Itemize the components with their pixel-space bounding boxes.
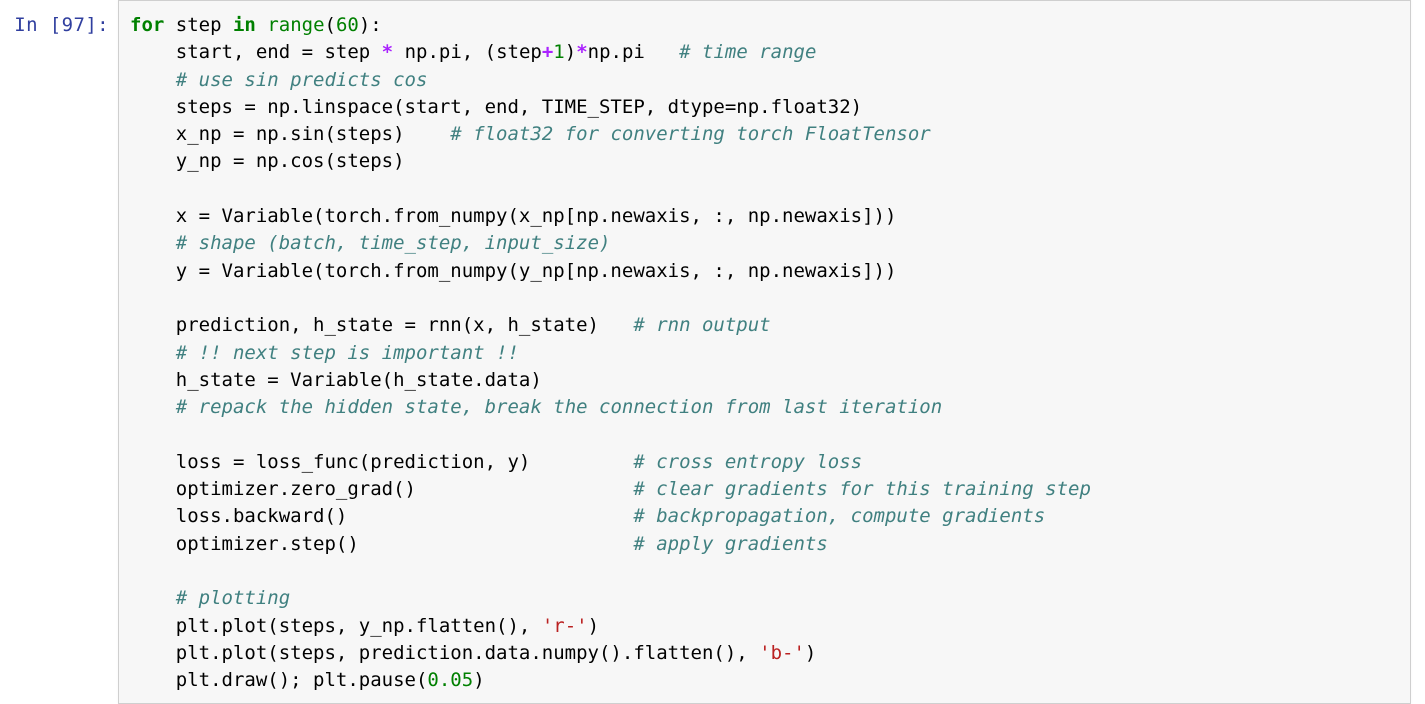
code-line: ​ xyxy=(130,285,1410,312)
code-token: plt.draw(); plt.pause( xyxy=(130,669,428,692)
code-token: 1 xyxy=(553,41,565,64)
code-token: loss.backward() xyxy=(130,505,634,528)
code-token: # use sin predicts cos xyxy=(175,68,428,91)
code-line: # use sin predicts cos xyxy=(130,67,1410,94)
code-line: plt.plot(steps, prediction.data.numpy().… xyxy=(130,640,1410,667)
code-token: 0.05 xyxy=(427,669,474,692)
code-line: x = Variable(torch.from_numpy(x_np[np.ne… xyxy=(130,203,1410,230)
code-line: # shape (batch, time_step, input_size) xyxy=(130,230,1410,257)
code-line: ​ xyxy=(130,558,1410,585)
code-token: ) xyxy=(564,41,577,64)
code-editor[interactable]: for step in range(60): start, end = step… xyxy=(119,1,1410,694)
code-token: # cross entropy loss xyxy=(633,450,863,473)
code-source[interactable]: for step in range(60): start, end = step… xyxy=(130,12,1410,694)
code-token: optimizer.zero_grad() xyxy=(130,478,634,501)
code-token: * xyxy=(576,41,588,64)
code-token: # clear gradients for this training step xyxy=(633,478,1091,501)
code-line: optimizer.step() # apply gradients xyxy=(130,531,1410,558)
code-token: # !! next step is important !! xyxy=(175,341,519,364)
code-token: for xyxy=(130,14,165,36)
code-token: prediction, h_state = rnn(x, h_state) xyxy=(130,314,634,337)
code-line: x_np = np.sin(steps) # float32 for conve… xyxy=(130,121,1410,148)
code-line: # repack the hidden state, break the con… xyxy=(130,394,1410,421)
code-token: 'b-' xyxy=(759,641,805,664)
code-token: loss = loss_func(prediction, y) xyxy=(130,450,634,473)
code-token: h_state = Variable(h_state.data) xyxy=(130,368,542,391)
code-input-area[interactable]: for step in range(60): start, end = step… xyxy=(118,0,1411,704)
code-line: start, end = step * np.pi, (step+1)*np.p… xyxy=(130,39,1410,66)
code-line: for step in range(60): xyxy=(130,12,1410,39)
code-token: ) xyxy=(804,641,817,664)
code-token: ) xyxy=(473,669,485,692)
code-token: * xyxy=(381,41,394,64)
code-token: plt.plot(steps, prediction.data.numpy().… xyxy=(130,641,760,664)
execution-count-prompt: In [97]: xyxy=(0,0,118,40)
code-line: plt.draw(); plt.pause(0.05) xyxy=(130,667,1410,694)
code-token: # time range xyxy=(679,41,817,64)
code-cell[interactable]: In [97]: for step in range(60): start, e… xyxy=(0,0,1425,704)
code-token: # backpropagation, compute gradients xyxy=(633,505,1046,528)
notebook-container: In [97]: for step in range(60): start, e… xyxy=(0,0,1425,704)
code-token: plt.plot(steps, y_np.flatten(), xyxy=(130,614,542,637)
code-token: # shape (batch, time_step, input_size) xyxy=(175,232,611,255)
code-token: # float32 for converting torch FloatTens… xyxy=(450,123,931,146)
code-token: # repack the hidden state, break the con… xyxy=(175,396,943,419)
code-line: ​ xyxy=(130,421,1410,448)
code-line: ​ xyxy=(130,176,1410,203)
code-token: np.pi xyxy=(587,41,680,64)
code-line: # !! next step is important !! xyxy=(130,340,1410,367)
code-line: loss = loss_func(prediction, y) # cross … xyxy=(130,449,1410,476)
code-token: x = Variable(torch.from_numpy(x_np[np.ne… xyxy=(130,205,897,228)
code-line: y_np = np.cos(steps) xyxy=(130,148,1410,175)
code-token: 60 xyxy=(335,14,359,36)
code-line: steps = np.linspace(start, end, TIME_STE… xyxy=(130,94,1410,121)
code-token: x_np = np.sin(steps) xyxy=(130,123,451,146)
code-token: ) xyxy=(587,614,600,637)
code-token: np.pi, (step xyxy=(393,41,542,64)
code-line: # plotting xyxy=(130,585,1410,612)
code-line: loss.backward() # backpropagation, compu… xyxy=(130,503,1410,530)
code-token: ): xyxy=(358,14,382,36)
code-token: 'r-' xyxy=(541,614,588,637)
code-token: y = Variable(torch.from_numpy(y_np[np.ne… xyxy=(130,259,897,282)
code-line: optimizer.zero_grad() # clear gradients … xyxy=(130,476,1410,503)
code-token: # rnn output xyxy=(633,314,771,337)
code-token: # apply gradients xyxy=(633,532,828,555)
code-token: step xyxy=(164,14,233,36)
code-token: start, end = step xyxy=(130,41,382,64)
code-line: prediction, h_state = rnn(x, h_state) # … xyxy=(130,312,1410,339)
code-line: y = Variable(torch.from_numpy(y_np[np.ne… xyxy=(130,258,1410,285)
code-token: + xyxy=(541,41,554,64)
code-line: h_state = Variable(h_state.data) xyxy=(130,367,1410,394)
code-token: optimizer.step() xyxy=(130,532,634,555)
code-token: in xyxy=(232,14,256,36)
code-token: y_np = np.cos(steps) xyxy=(130,150,405,173)
code-token: # plotting xyxy=(175,587,291,610)
code-token: steps = np.linspace(start, end, TIME_STE… xyxy=(130,95,863,118)
code-token: range xyxy=(267,14,325,36)
code-line: plt.plot(steps, y_np.flatten(), 'r-') xyxy=(130,613,1410,640)
code-token: ( xyxy=(324,14,336,36)
